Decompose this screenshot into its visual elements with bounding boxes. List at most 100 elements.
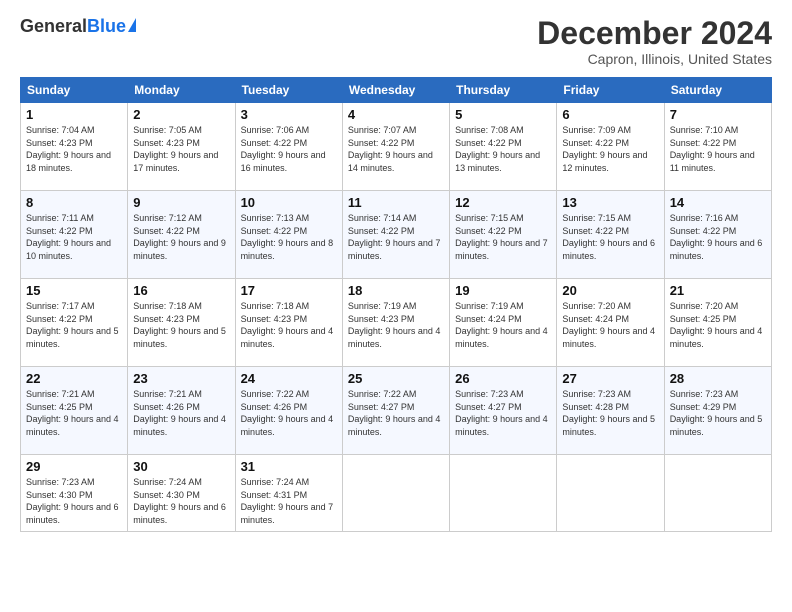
logo-general: General <box>20 16 87 37</box>
day-number: 21 <box>670 283 766 298</box>
day-number: 22 <box>26 371 122 386</box>
sunrise-text: Sunrise: 7:11 AM <box>26 212 122 225</box>
day-number: 24 <box>241 371 337 386</box>
weekday-header: Wednesday <box>342 78 449 103</box>
calendar-cell <box>450 455 557 531</box>
sunset-text: Sunset: 4:22 PM <box>26 313 122 326</box>
sunrise-text: Sunrise: 7:21 AM <box>133 388 229 401</box>
title-block: December 2024 Capron, Illinois, United S… <box>537 16 772 67</box>
calendar-cell: 30 Sunrise: 7:24 AMSunset: 4:30 PMDayligh… <box>128 455 235 531</box>
day-number: 26 <box>455 371 551 386</box>
sunrise-text: Sunrise: 7:13 AM <box>241 212 337 225</box>
daylight-text: Daylight: 9 hours and 9 minutes. <box>133 237 229 262</box>
sunset-text: Sunset: 4:24 PM <box>562 313 658 326</box>
day-info: Sunrise: 7:21 AMSunset: 4:25 PMDaylight:… <box>26 388 122 438</box>
daylight-text: Daylight: 9 hours and 6 minutes. <box>562 237 658 262</box>
sunset-text: Sunset: 4:27 PM <box>455 401 551 414</box>
day-number: 12 <box>455 195 551 210</box>
day-number: 19 <box>455 283 551 298</box>
day-info: Sunrise: 7:21 AMSunset: 4:26 PMDaylight:… <box>133 388 229 438</box>
day-number: 9 <box>133 195 229 210</box>
day-number: 7 <box>670 107 766 122</box>
daylight-text: Daylight: 9 hours and 5 minutes. <box>562 413 658 438</box>
daylight-text: Daylight: 9 hours and 4 minutes. <box>26 413 122 438</box>
day-info: Sunrise: 7:08 AMSunset: 4:22 PMDaylight:… <box>455 124 551 174</box>
day-number: 29 <box>26 459 122 474</box>
day-number: 15 <box>26 283 122 298</box>
day-info: Sunrise: 7:23 AMSunset: 4:28 PMDaylight:… <box>562 388 658 438</box>
sunrise-text: Sunrise: 7:14 AM <box>348 212 444 225</box>
day-number: 1 <box>26 107 122 122</box>
day-number: 30 <box>133 459 229 474</box>
daylight-text: Daylight: 9 hours and 13 minutes. <box>455 149 551 174</box>
calendar-cell: 3Sunrise: 7:06 AMSunset: 4:22 PMDaylight… <box>235 103 342 191</box>
calendar-cell: 8Sunrise: 7:11 AMSunset: 4:22 PMDaylight… <box>21 191 128 279</box>
day-number: 27 <box>562 371 658 386</box>
sunset-text: Sunset: 4:30 PM <box>133 489 229 502</box>
calendar-cell: 6Sunrise: 7:09 AMSunset: 4:22 PMDaylight… <box>557 103 664 191</box>
daylight-text: Daylight: 9 hours and 6 minutes. <box>26 501 122 526</box>
daylight-text: Daylight: 9 hours and 5 minutes. <box>133 325 229 350</box>
sunrise-text: Sunrise: 7:22 AM <box>348 388 444 401</box>
daylight-text: Daylight: 9 hours and 14 minutes. <box>348 149 444 174</box>
day-info: Sunrise: 7:05 AMSunset: 4:23 PMDaylight:… <box>133 124 229 174</box>
day-info: Sunrise: 7:14 AMSunset: 4:22 PMDaylight:… <box>348 212 444 262</box>
daylight-text: Daylight: 9 hours and 4 minutes. <box>133 413 229 438</box>
calendar-cell: 29Sunrise: 7:23 AMSunset: 4:30 PMDayligh… <box>21 455 128 531</box>
calendar-cell: 2 Sunrise: 7:05 AMSunset: 4:23 PMDaylight… <box>128 103 235 191</box>
calendar-cell: 23Sunrise: 7:21 AMSunset: 4:26 PMDayligh… <box>128 367 235 455</box>
daylight-text: Daylight: 9 hours and 5 minutes. <box>670 413 766 438</box>
sunset-text: Sunset: 4:27 PM <box>348 401 444 414</box>
sunrise-text: Sunrise: 7:12 AM <box>133 212 229 225</box>
day-number: 25 <box>348 371 444 386</box>
calendar-cell: 26 Sunrise: 7:23 AMSunset: 4:27 PMDayligh… <box>450 367 557 455</box>
location: Capron, Illinois, United States <box>537 51 772 67</box>
calendar-cell <box>342 455 449 531</box>
page: General Blue December 2024 Capron, Illin… <box>0 0 792 612</box>
sunrise-text: Sunrise: 7:20 AM <box>670 300 766 313</box>
sunset-text: Sunset: 4:22 PM <box>455 137 551 150</box>
sunset-text: Sunset: 4:31 PM <box>241 489 337 502</box>
daylight-text: Daylight: 9 hours and 4 minutes. <box>455 325 551 350</box>
sunrise-text: Sunrise: 7:05 AM <box>133 124 229 137</box>
day-info: Sunrise: 7:13 AMSunset: 4:22 PMDaylight:… <box>241 212 337 262</box>
sunset-text: Sunset: 4:22 PM <box>562 225 658 238</box>
weekday-header: Thursday <box>450 78 557 103</box>
sunset-text: Sunset: 4:28 PM <box>562 401 658 414</box>
day-info: Sunrise: 7:06 AMSunset: 4:22 PMDaylight:… <box>241 124 337 174</box>
calendar-cell: 1Sunrise: 7:04 AMSunset: 4:23 PMDaylight… <box>21 103 128 191</box>
daylight-text: Daylight: 9 hours and 4 minutes. <box>241 325 337 350</box>
calendar-cell: 11Sunrise: 7:14 AMSunset: 4:22 PMDayligh… <box>342 191 449 279</box>
calendar-cell: 18Sunrise: 7:19 AMSunset: 4:23 PMDayligh… <box>342 279 449 367</box>
day-info: Sunrise: 7:19 AMSunset: 4:23 PMDaylight:… <box>348 300 444 350</box>
sunset-text: Sunset: 4:23 PM <box>133 313 229 326</box>
logo-text: General Blue <box>20 16 136 37</box>
daylight-text: Daylight: 9 hours and 7 minutes. <box>455 237 551 262</box>
calendar-cell: 21Sunrise: 7:20 AMSunset: 4:25 PMDayligh… <box>664 279 771 367</box>
day-info: Sunrise: 7:23 AMSunset: 4:27 PMDaylight:… <box>455 388 551 438</box>
calendar-cell: 28Sunrise: 7:23 AMSunset: 4:29 PMDayligh… <box>664 367 771 455</box>
daylight-text: Daylight: 9 hours and 6 minutes. <box>133 501 229 526</box>
sunrise-text: Sunrise: 7:07 AM <box>348 124 444 137</box>
day-info: Sunrise: 7:12 AMSunset: 4:22 PMDaylight:… <box>133 212 229 262</box>
day-number: 2 <box>133 107 229 122</box>
day-info: Sunrise: 7:07 AMSunset: 4:22 PMDaylight:… <box>348 124 444 174</box>
day-number: 13 <box>562 195 658 210</box>
calendar-cell: 12Sunrise: 7:15 AMSunset: 4:22 PMDayligh… <box>450 191 557 279</box>
day-info: Sunrise: 7:24 AMSunset: 4:30 PMDaylight:… <box>133 476 229 526</box>
sunset-text: Sunset: 4:23 PM <box>26 137 122 150</box>
calendar-cell: 24Sunrise: 7:22 AMSunset: 4:26 PMDayligh… <box>235 367 342 455</box>
day-number: 8 <box>26 195 122 210</box>
sunset-text: Sunset: 4:25 PM <box>26 401 122 414</box>
logo: General Blue <box>20 16 136 37</box>
sunset-text: Sunset: 4:22 PM <box>562 137 658 150</box>
sunrise-text: Sunrise: 7:23 AM <box>26 476 122 489</box>
calendar-cell: 16Sunrise: 7:18 AMSunset: 4:23 PMDayligh… <box>128 279 235 367</box>
sunset-text: Sunset: 4:23 PM <box>241 313 337 326</box>
day-info: Sunrise: 7:22 AMSunset: 4:27 PMDaylight:… <box>348 388 444 438</box>
sunrise-text: Sunrise: 7:20 AM <box>562 300 658 313</box>
month-title: December 2024 <box>537 16 772 51</box>
daylight-text: Daylight: 9 hours and 8 minutes. <box>241 237 337 262</box>
daylight-text: Daylight: 9 hours and 5 minutes. <box>26 325 122 350</box>
sunrise-text: Sunrise: 7:21 AM <box>26 388 122 401</box>
